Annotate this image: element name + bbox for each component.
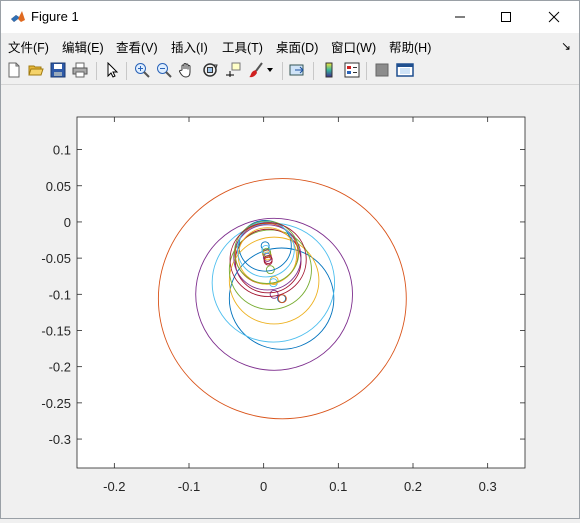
y-tick-label: -0.3 bbox=[49, 432, 71, 447]
minimize-button[interactable] bbox=[437, 1, 483, 33]
y-tick-label: -0.2 bbox=[49, 360, 71, 375]
window-title: Figure 1 bbox=[31, 9, 79, 24]
data-cursor-icon[interactable] bbox=[223, 60, 243, 80]
insert-legend-icon[interactable] bbox=[342, 60, 362, 80]
x-tick-label: 0.2 bbox=[404, 479, 422, 494]
dock-arrow-icon[interactable]: ↘ bbox=[561, 39, 571, 53]
plot-axes[interactable]: -0.2 -0.1 0 0.1 0.2 0.3 0.1 0.05 0 -0.05 -0.1 -0.15… bbox=[1, 85, 579, 518]
menu-edit[interactable]: 编辑(E) bbox=[62, 37, 104, 56]
minimize-icon bbox=[455, 16, 465, 18]
menu-window[interactable]: 窗口(W) bbox=[331, 37, 376, 56]
x-tick-label: -0.2 bbox=[103, 479, 125, 494]
maximize-button[interactable] bbox=[483, 1, 529, 33]
menu-tools[interactable]: 工具(T) bbox=[222, 37, 263, 56]
toolbar-separator bbox=[282, 62, 283, 80]
axes-box bbox=[76, 116, 526, 469]
toolbar-separator bbox=[313, 62, 314, 80]
y-tick-label: -0.25 bbox=[41, 396, 71, 411]
zoom-out-icon[interactable] bbox=[154, 60, 174, 80]
matlab-icon bbox=[11, 11, 25, 22]
toolbar-separator bbox=[96, 62, 97, 80]
y-tick-label: 0 bbox=[64, 215, 71, 230]
menu-insert[interactable]: 插入(I) bbox=[171, 37, 208, 56]
edit-plot-arrow-icon[interactable] bbox=[102, 60, 122, 80]
menu-view[interactable]: 查看(V) bbox=[116, 37, 158, 56]
x-tick-label: 0.3 bbox=[479, 479, 497, 494]
hide-plot-tools-icon[interactable] bbox=[372, 60, 392, 80]
new-figure-icon[interactable] bbox=[4, 60, 24, 80]
save-icon[interactable] bbox=[48, 60, 68, 80]
figure-window: Figure 1 文件(F) 编辑(E) 查看(V) 插入(I) 工具(T) 桌… bbox=[0, 0, 580, 519]
link-plot-icon[interactable] bbox=[288, 60, 308, 80]
x-tick-label: 0 bbox=[260, 479, 267, 494]
maximize-icon bbox=[501, 12, 511, 22]
x-tick-label: -0.1 bbox=[178, 479, 200, 494]
rotate-3d-icon[interactable] bbox=[200, 60, 220, 80]
figure-toolbar bbox=[1, 57, 579, 85]
brush-icon[interactable] bbox=[246, 60, 266, 80]
toolbar-separator bbox=[366, 62, 367, 80]
close-icon bbox=[548, 11, 560, 23]
show-plot-tools-icon[interactable] bbox=[395, 60, 415, 80]
figure-canvas: -0.2 -0.1 0 0.1 0.2 0.3 0.1 0.05 0 -0.05 -0.1 -0.15… bbox=[1, 85, 579, 518]
title-bar[interactable]: Figure 1 bbox=[1, 1, 579, 33]
y-tick-label: 0.1 bbox=[53, 143, 71, 158]
menu-file[interactable]: 文件(F) bbox=[8, 37, 49, 56]
toolbar-separator bbox=[126, 62, 127, 80]
menu-help[interactable]: 帮助(H) bbox=[389, 37, 431, 56]
menu-desktop[interactable]: 桌面(D) bbox=[276, 37, 318, 56]
zoom-in-icon[interactable] bbox=[132, 60, 152, 80]
pan-hand-icon[interactable] bbox=[176, 60, 196, 80]
y-tick-label: 0.05 bbox=[46, 179, 71, 194]
print-icon[interactable] bbox=[70, 60, 90, 80]
y-tick-label: -0.05 bbox=[41, 251, 71, 266]
insert-colorbar-icon[interactable] bbox=[319, 60, 339, 80]
y-tick-label: -0.15 bbox=[41, 323, 71, 338]
open-file-icon[interactable] bbox=[26, 60, 46, 80]
close-button[interactable] bbox=[531, 1, 577, 33]
x-tick-label: 0.1 bbox=[329, 479, 347, 494]
brush-dropdown-icon[interactable] bbox=[265, 60, 275, 80]
menu-bar: 文件(F) 编辑(E) 查看(V) 插入(I) 工具(T) 桌面(D) 窗口(W… bbox=[1, 33, 579, 57]
y-tick-label: -0.1 bbox=[49, 287, 71, 302]
